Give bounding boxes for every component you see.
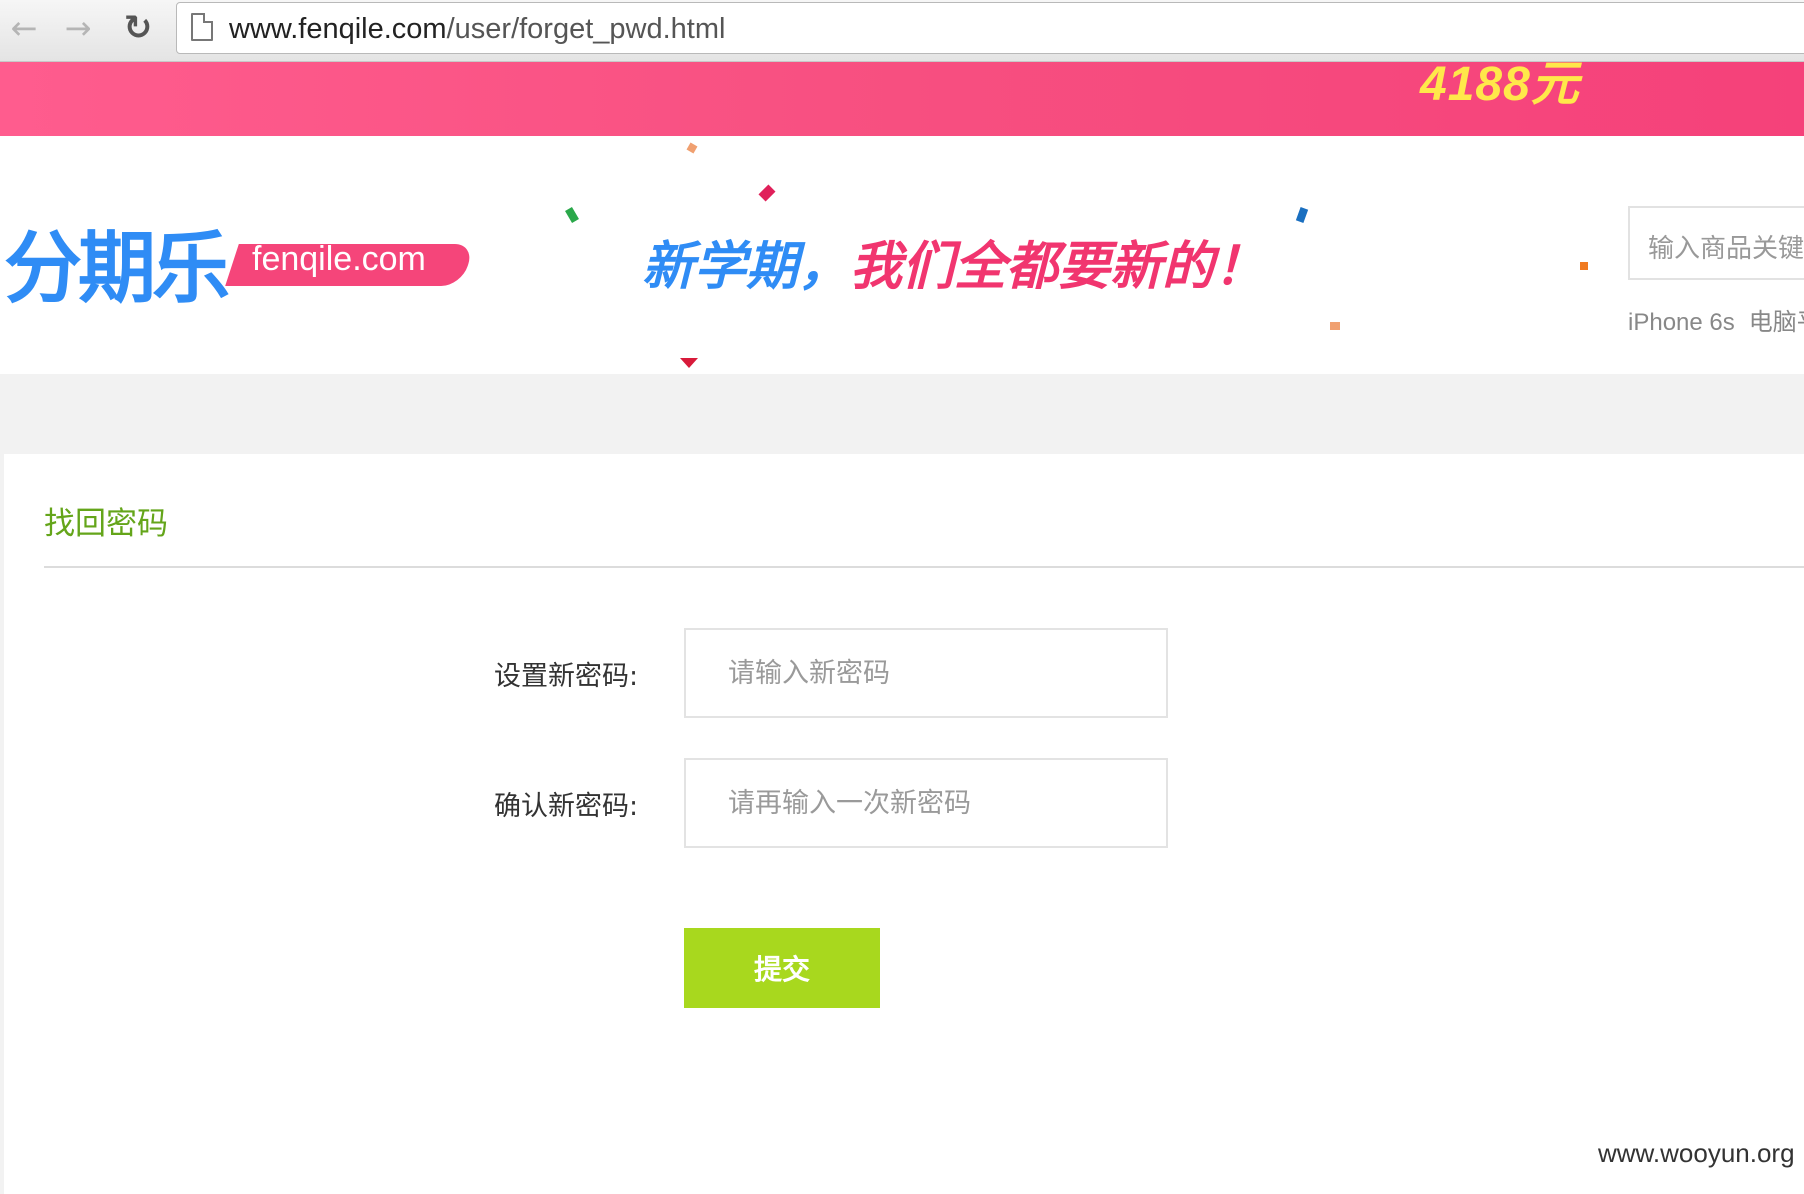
search-input[interactable]: 输入商品关键	[1628, 206, 1804, 280]
arrow-right-icon: →	[64, 9, 92, 47]
address-bar[interactable]: www.fenqile.com/user/forget_pwd.html	[176, 2, 1804, 54]
new-password-label: 设置新密码:	[494, 661, 639, 692]
slogan-part1: 新学期，	[642, 237, 851, 297]
confirm-password-input[interactable]	[684, 758, 1168, 848]
confetti-decoration	[758, 184, 776, 202]
logo-en[interactable]: fenqile.com	[252, 240, 426, 279]
watermark: www.wooyun.org	[1598, 1138, 1795, 1168]
confetti-decoration	[680, 358, 698, 368]
logo-cn[interactable]: 分期乐	[4, 206, 230, 318]
submit-button[interactable]: 提交	[684, 928, 880, 1008]
confetti-decoration	[1580, 262, 1588, 270]
confirm-password-label: 确认新密码:	[494, 791, 639, 822]
page-icon	[191, 13, 213, 41]
url-text[interactable]: www.fenqile.com/user/forget_pwd.html	[229, 13, 725, 46]
promo-banner[interactable]: 4188元	[0, 62, 1804, 136]
confetti-decoration	[1295, 207, 1309, 223]
search-placeholder: 输入商品关键	[1648, 234, 1804, 264]
reload-icon: ↻	[123, 8, 153, 48]
confetti-decoration	[565, 206, 579, 224]
page-title: 找回密码	[44, 506, 168, 542]
browser-toolbar: ← → ↻ www.fenqile.com/user/forget_pwd.ht…	[0, 0, 1804, 62]
reload-button[interactable]: ↻	[118, 8, 158, 48]
title-divider	[44, 566, 1804, 568]
site-header: 分期乐 fenqile.com 新学期，我们全都要新的！ 输入商品关键 iPho…	[0, 136, 1804, 374]
slogan-part2: 我们全都要新的！	[850, 237, 1267, 297]
url-host: www.fenqile.com	[229, 13, 447, 45]
new-password-input[interactable]	[684, 628, 1168, 718]
hot-link[interactable]: iPhone 6s	[1628, 309, 1735, 336]
header-slogan[interactable]: 新学期，我们全都要新的！	[642, 224, 1266, 299]
confetti-decoration	[686, 142, 698, 154]
forget-password-panel: 找回密码 设置新密码: 确认新密码: 提交	[4, 454, 1804, 1194]
confetti-decoration	[1330, 322, 1340, 330]
url-path: /user/forget_pwd.html	[446, 13, 726, 45]
back-button[interactable]: ←	[4, 8, 44, 48]
hot-link[interactable]: 电脑平	[1749, 309, 1804, 336]
forward-button[interactable]: →	[58, 8, 98, 48]
promo-price: 4188元	[1420, 62, 1580, 111]
hot-search-links: iPhone 6s 电脑平	[1628, 302, 1804, 337]
arrow-left-icon: ←	[10, 9, 38, 47]
